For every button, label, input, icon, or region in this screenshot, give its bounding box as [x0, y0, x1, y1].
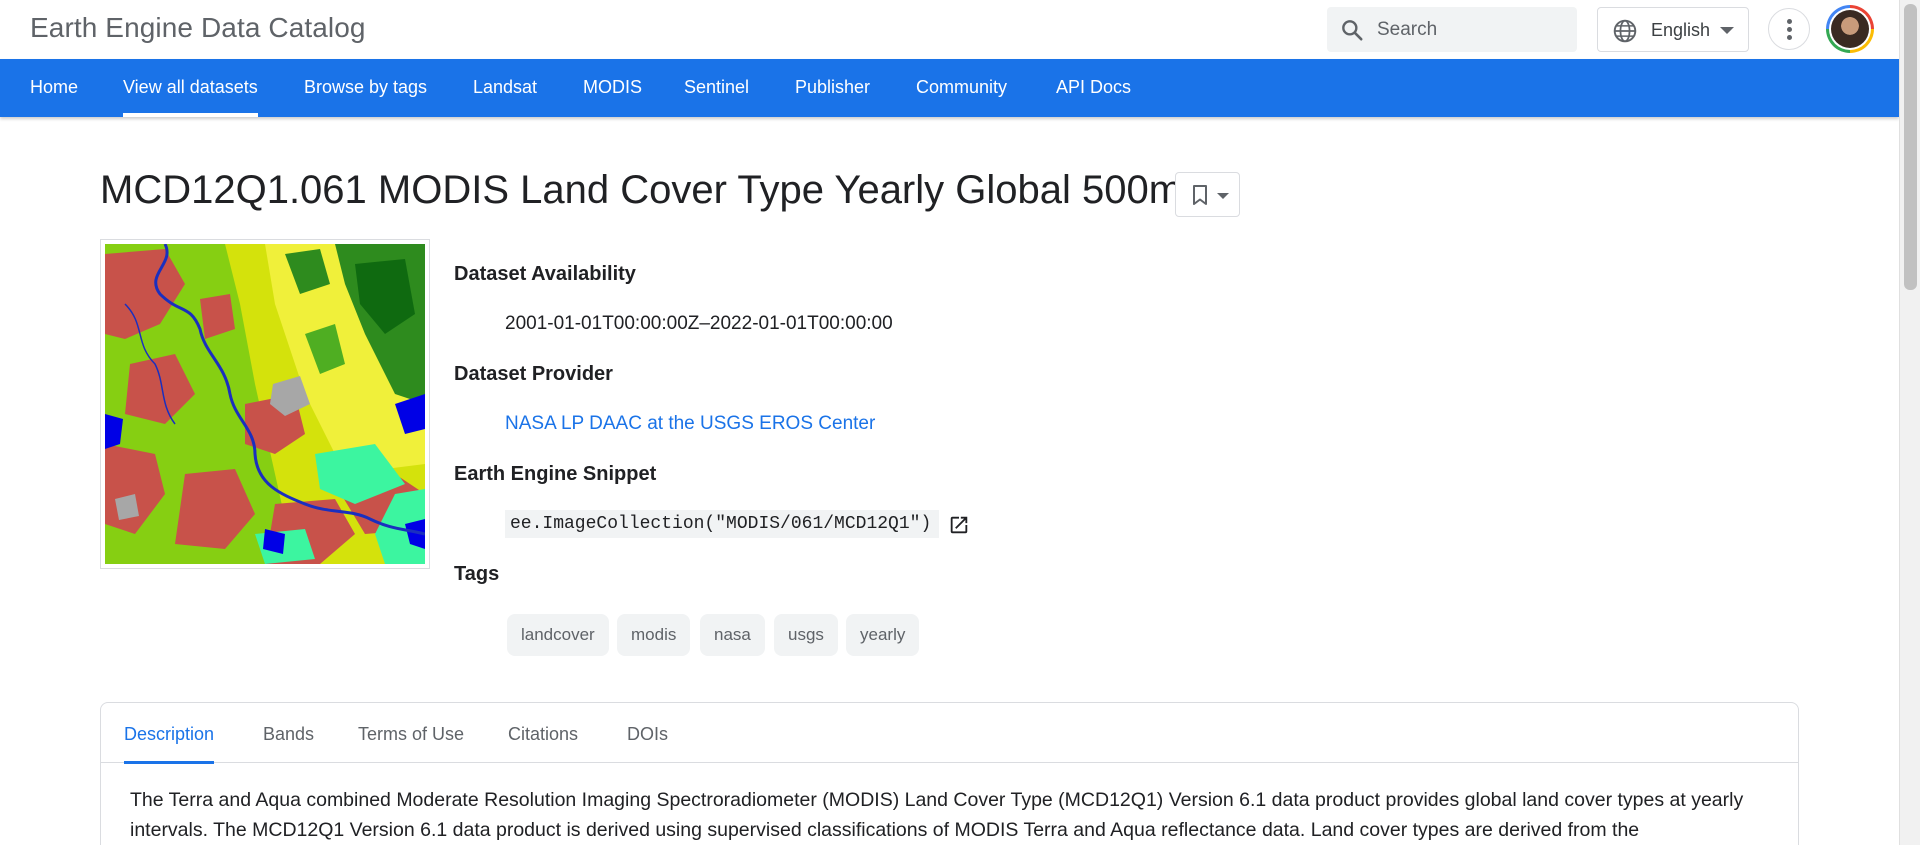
language-label: English: [1651, 20, 1711, 40]
tab-terms-of-use[interactable]: Terms of Use: [358, 703, 464, 763]
more-vert-icon: [1787, 19, 1792, 24]
nav-api-docs[interactable]: API Docs: [1056, 59, 1131, 117]
bookmark-button[interactable]: [1175, 172, 1240, 217]
tab-bar: Description Bands Terms of Use Citations…: [101, 703, 1798, 764]
search-icon: [1342, 20, 1363, 41]
avatar-image: [1831, 10, 1869, 48]
availability-heading: Dataset Availability: [454, 263, 636, 285]
tags-heading: Tags: [454, 563, 500, 585]
tag-chip[interactable]: nasa: [700, 614, 765, 656]
snippet-heading: Earth Engine Snippet: [454, 463, 657, 485]
more-vert-icon-dot: [1787, 27, 1792, 32]
scrollbar-thumb[interactable]: [1904, 4, 1917, 290]
tag-chip[interactable]: yearly: [846, 614, 920, 656]
page-scrollbar[interactable]: [1899, 0, 1920, 845]
site-title[interactable]: Earth Engine Data Catalog: [30, 12, 366, 44]
tab-description[interactable]: Description: [124, 703, 215, 764]
tag-chip[interactable]: usgs: [774, 614, 838, 656]
dataset-thumbnail: [100, 239, 430, 569]
page-title: MCD12Q1.061 MODIS Land Cover Type Yearly…: [100, 168, 1183, 212]
nav-home[interactable]: Home: [30, 59, 78, 117]
nav-community[interactable]: Community: [916, 59, 1007, 117]
account-avatar[interactable]: [1826, 5, 1874, 53]
tag-chip[interactable]: landcover: [507, 614, 609, 656]
code-snippet[interactable]: ee.ImageCollection("MODIS/061/MCD12Q1"): [505, 510, 940, 538]
open-in-new-icon[interactable]: [948, 514, 970, 536]
description-text: The Terra and Aqua combined Moderate Res…: [130, 789, 1744, 841]
tab-dois[interactable]: DOIs: [627, 703, 668, 763]
more-vert-icon-dot: [1787, 35, 1792, 40]
nav-publisher[interactable]: Publisher: [795, 59, 870, 117]
nav-sentinel[interactable]: Sentinel: [684, 59, 749, 117]
land-cover-map-image: [105, 244, 425, 564]
provider-heading: Dataset Provider: [454, 363, 613, 385]
provider-link[interactable]: NASA LP DAAC at the USGS EROS Center: [505, 413, 875, 434]
dataset-details-card: Description Bands Terms of Use Citations…: [100, 702, 1799, 845]
tab-bands[interactable]: Bands: [263, 703, 314, 763]
more-options-button[interactable]: [1768, 8, 1810, 50]
nav-browse-by-tags[interactable]: Browse by tags: [304, 59, 427, 117]
search-box[interactable]: [1327, 7, 1577, 52]
caret-down-icon: [1720, 27, 1734, 34]
bookmark-icon: [1193, 185, 1207, 205]
top-bar: Earth Engine Data Catalog English: [0, 0, 1899, 59]
nav-view-all-datasets[interactable]: View all datasets: [123, 59, 258, 117]
provider-value: NASA LP DAAC at the USGS EROS Center: [505, 413, 875, 435]
search-input[interactable]: [1377, 15, 1567, 44]
tab-citations[interactable]: Citations: [508, 703, 578, 763]
nav-landsat[interactable]: Landsat: [473, 59, 537, 117]
language-selector[interactable]: English: [1597, 7, 1749, 52]
availability-value: 2001-01-01T00:00:00Z–2022-01-01T00:00:00: [505, 313, 893, 334]
globe-icon: [1613, 19, 1637, 43]
tag-chip[interactable]: modis: [617, 614, 691, 656]
caret-down-icon: [1217, 193, 1229, 199]
main-nav: Home View all datasets Browse by tags La…: [0, 59, 1899, 117]
nav-modis[interactable]: MODIS: [583, 59, 642, 117]
